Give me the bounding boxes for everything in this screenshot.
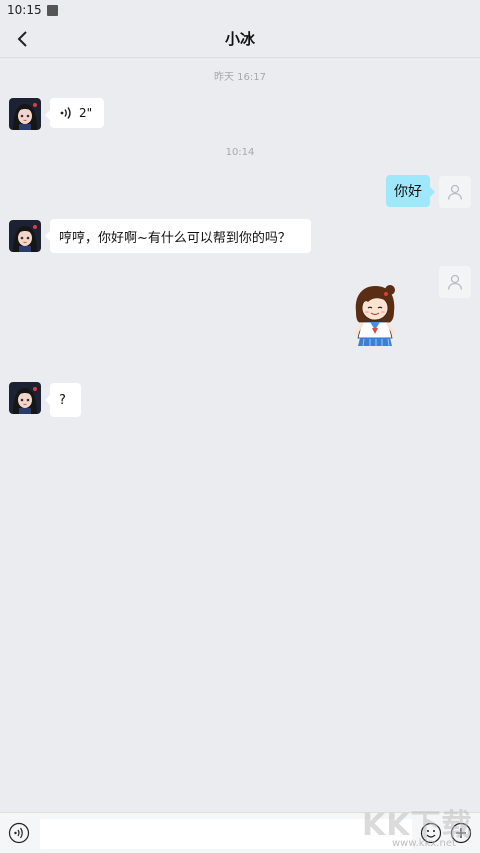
page-title: 小冰 (224, 30, 255, 48)
user-placeholder-icon (447, 184, 463, 200)
bot-avatar-image (9, 382, 41, 414)
status-bar: 10:15 (0, 0, 480, 20)
emoji-button[interactable] (420, 822, 442, 844)
bot-avatar[interactable] (9, 382, 41, 414)
smiley-icon (420, 822, 442, 844)
plus-icon (450, 822, 472, 844)
back-button[interactable] (10, 26, 36, 52)
voice-icon (8, 822, 30, 844)
voice-duration: 2" (79, 106, 93, 120)
bot-avatar[interactable] (9, 220, 41, 252)
voice-message-bubble[interactable]: 2" (45, 98, 104, 128)
my-avatar[interactable] (439, 176, 471, 208)
timestamp: 昨天 16:17 (214, 72, 266, 83)
user-placeholder-icon (447, 274, 463, 290)
timestamp: 10:14 (225, 147, 255, 158)
bot-avatar-image (9, 220, 41, 252)
my-message-text: 你好 (394, 184, 422, 200)
my-message-bubble[interactable]: 你好 (386, 175, 435, 207)
bot-message-text: ? (59, 392, 66, 408)
bot-message-bubble[interactable]: 哼哼，你好啊~有什么可以帮到你的吗？ (45, 219, 311, 253)
voice-input-button[interactable] (8, 822, 30, 844)
message-input[interactable] (40, 819, 412, 849)
notification-icon (46, 4, 58, 16)
chat-header: 小冰 (0, 20, 480, 58)
bot-avatar-image (9, 98, 41, 130)
sticker-message[interactable] (348, 282, 402, 348)
bot-message-bubble[interactable]: ? (45, 383, 81, 417)
status-time: 10:15 (7, 3, 42, 17)
chevron-left-icon (17, 31, 27, 47)
bot-avatar[interactable] (9, 98, 41, 130)
my-avatar[interactable] (439, 266, 471, 298)
voice-wave-icon (60, 107, 71, 119)
bot-message-text: 哼哼，你好啊~有什么可以帮到你的吗？ (59, 230, 291, 246)
more-button[interactable] (450, 822, 472, 844)
girl-sticker-image (354, 285, 396, 347)
input-bar (0, 812, 480, 853)
